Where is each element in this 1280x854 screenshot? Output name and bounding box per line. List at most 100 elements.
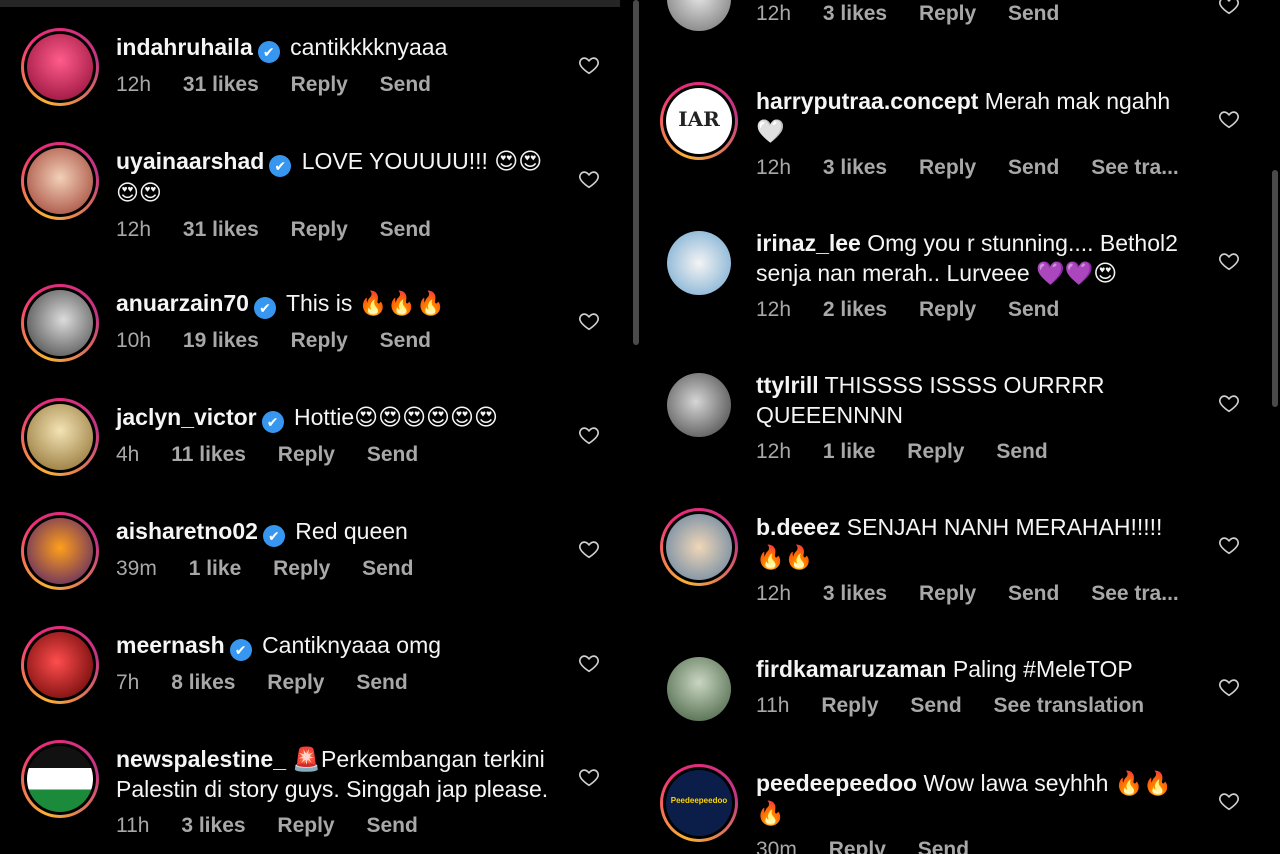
avatar[interactable]: Peedeepeedoo xyxy=(660,764,738,842)
heart-icon[interactable] xyxy=(578,652,600,674)
likes-count[interactable]: 3 likes xyxy=(823,582,887,605)
avatar[interactable]: IAR xyxy=(660,82,738,160)
see-translation-link[interactable]: See tra... xyxy=(1091,156,1179,179)
reply-button[interactable]: Reply xyxy=(267,671,324,694)
comment-username[interactable]: peedeepeedoo xyxy=(756,770,917,796)
brand-logo: Peedeepeedoo xyxy=(666,770,732,836)
comment-item: newspalestine_ 🚨Perkembangan terkini Pal… xyxy=(0,740,640,854)
send-button[interactable]: Send xyxy=(362,557,413,580)
send-button[interactable]: Send xyxy=(1008,582,1059,605)
comment-time: 4h xyxy=(116,443,140,466)
avatar[interactable] xyxy=(21,740,99,818)
comment-item: b.deeez SENJAH NANH MERAHAH!!!!! 🔥🔥 12h … xyxy=(640,508,1280,628)
comment-username[interactable]: meernash xyxy=(116,632,225,658)
heart-icon[interactable] xyxy=(1218,0,1240,16)
heart-icon[interactable] xyxy=(578,168,600,190)
avatar[interactable] xyxy=(660,508,738,586)
likes-count[interactable]: 3 likes xyxy=(823,156,887,179)
verified-badge-icon: ✔ xyxy=(262,525,285,547)
send-button[interactable]: Send xyxy=(918,838,969,854)
send-button[interactable]: Send xyxy=(380,218,431,241)
comment-item: indahruhaila ✔ cantikkkknyaaa 12h 31 like… xyxy=(0,28,640,148)
reply-button[interactable]: Reply xyxy=(291,329,348,352)
reply-button[interactable]: Reply xyxy=(919,298,976,321)
likes-count[interactable]: 1 like xyxy=(823,440,876,463)
reply-button[interactable]: Reply xyxy=(291,218,348,241)
comment-username[interactable]: newspalestine_ xyxy=(116,746,286,772)
avatar[interactable] xyxy=(21,142,99,220)
send-button[interactable]: Send xyxy=(1008,298,1059,321)
send-button[interactable]: Send xyxy=(366,814,417,837)
comment-time: 39m xyxy=(116,557,157,580)
heart-icon[interactable] xyxy=(578,766,600,788)
reply-button[interactable]: Reply xyxy=(907,440,964,463)
send-button[interactable]: Send xyxy=(910,694,961,717)
reply-button[interactable]: Reply xyxy=(919,156,976,179)
reply-button[interactable]: Reply xyxy=(291,73,348,96)
send-button[interactable]: Send xyxy=(367,443,418,466)
comment-username[interactable]: b.deeez xyxy=(756,514,840,540)
comment-username[interactable]: anuarzain70 xyxy=(116,290,249,316)
reply-button[interactable]: Reply xyxy=(277,814,334,837)
heart-icon[interactable] xyxy=(1218,250,1240,272)
reply-button[interactable]: Reply xyxy=(278,443,335,466)
likes-count[interactable]: 2 likes xyxy=(823,298,887,321)
reply-button[interactable]: Reply xyxy=(821,694,878,717)
comment-username[interactable]: ttylrill xyxy=(756,372,819,398)
comment-username[interactable]: uyainaarshad xyxy=(116,148,264,174)
heart-icon[interactable] xyxy=(1218,108,1240,130)
heart-icon[interactable] xyxy=(1218,534,1240,556)
see-translation-link[interactable]: See tra... xyxy=(1091,582,1179,605)
likes-count[interactable]: 1 like xyxy=(189,557,242,580)
heart-icon[interactable] xyxy=(578,54,600,76)
send-button[interactable]: Send xyxy=(1008,156,1059,179)
send-button[interactable]: Send xyxy=(1008,2,1059,25)
heart-icon[interactable] xyxy=(578,424,600,446)
heart-icon[interactable] xyxy=(1218,790,1240,812)
send-button[interactable]: Send xyxy=(996,440,1047,463)
top-divider xyxy=(0,0,620,7)
comment-text: This is 🔥🔥🔥 xyxy=(285,290,445,316)
comment-username[interactable]: jaclyn_victor xyxy=(116,404,257,430)
likes-count[interactable]: 31 likes xyxy=(183,218,259,241)
reply-button[interactable]: Reply xyxy=(919,582,976,605)
reply-button[interactable]: Reply xyxy=(829,838,886,854)
avatar[interactable] xyxy=(660,366,738,444)
heart-icon[interactable] xyxy=(578,538,600,560)
verified-badge-icon: ✔ xyxy=(269,155,292,177)
comment-username[interactable]: irinaz_lee xyxy=(756,230,861,256)
send-button[interactable]: Send xyxy=(380,329,431,352)
send-button[interactable]: Send xyxy=(380,73,431,96)
reply-button[interactable]: Reply xyxy=(273,557,330,580)
avatar[interactable] xyxy=(21,626,99,704)
likes-count[interactable]: 31 likes xyxy=(183,73,259,96)
likes-count[interactable]: 11 likes xyxy=(171,443,246,466)
scrollbar[interactable] xyxy=(633,0,639,345)
likes-count[interactable]: 19 likes xyxy=(183,329,259,352)
comment-username[interactable]: aisharetno02 xyxy=(116,518,258,544)
avatar[interactable] xyxy=(21,512,99,590)
avatar[interactable] xyxy=(21,398,99,476)
verified-badge-icon: ✔ xyxy=(257,41,280,63)
avatar[interactable] xyxy=(660,650,738,728)
comment-username[interactable]: indahruhaila xyxy=(116,34,253,60)
verified-badge-icon: ✔ xyxy=(253,297,276,319)
scrollbar[interactable] xyxy=(1272,170,1278,407)
send-button[interactable]: Send xyxy=(356,671,407,694)
comment-username[interactable]: firdkamaruzaman xyxy=(756,656,946,682)
avatar[interactable] xyxy=(21,28,99,106)
heart-icon[interactable] xyxy=(1218,392,1240,414)
see-translation-link[interactable]: See translation xyxy=(994,694,1145,717)
reply-button[interactable]: Reply xyxy=(919,2,976,25)
likes-count[interactable]: 3 likes xyxy=(823,2,887,25)
heart-icon[interactable] xyxy=(1218,676,1240,698)
avatar[interactable] xyxy=(660,224,738,302)
heart-icon[interactable] xyxy=(578,310,600,332)
avatar[interactable] xyxy=(660,0,738,38)
avatar[interactable] xyxy=(21,284,99,362)
likes-count[interactable]: 8 likes xyxy=(171,671,235,694)
comment-text: Paling #MeleTOP xyxy=(952,656,1133,682)
comment-username[interactable]: harryputraa.concept xyxy=(756,88,978,114)
likes-count[interactable]: 3 likes xyxy=(181,814,245,837)
comment-time: 12h xyxy=(756,582,792,605)
